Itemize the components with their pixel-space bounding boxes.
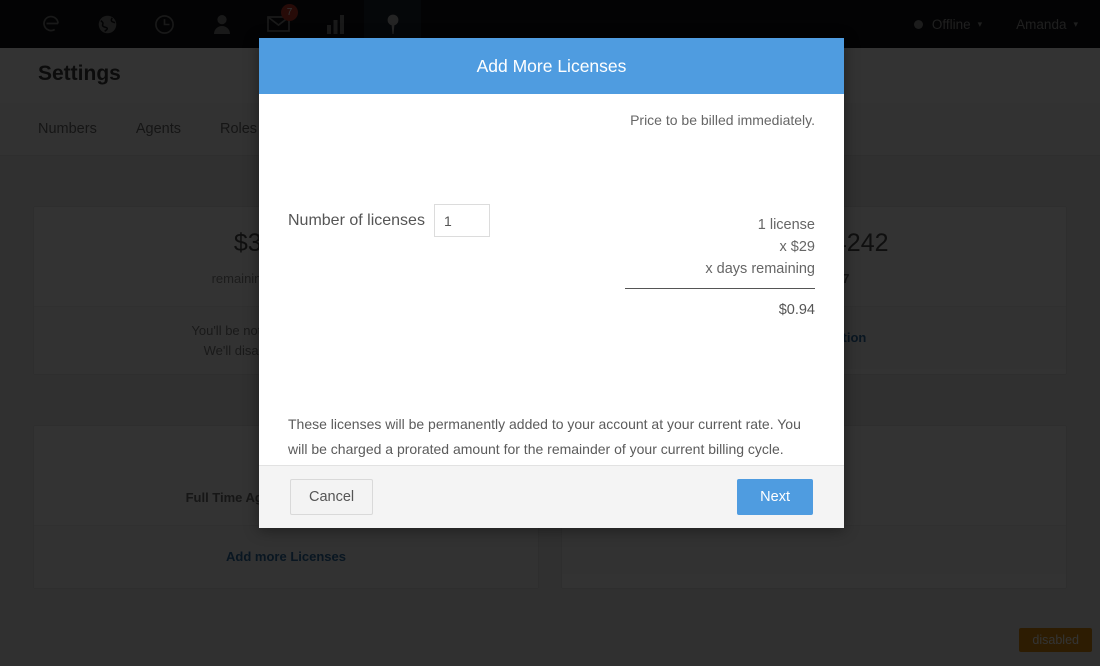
- licenses-input[interactable]: [433, 204, 490, 237]
- cancel-button[interactable]: Cancel: [290, 479, 374, 515]
- licenses-label: Number of licenses: [288, 211, 425, 229]
- licenses-field-row: Number of licenses: [288, 204, 490, 237]
- modal-body: Price to be billed immediately. Number o…: [259, 94, 844, 465]
- price-line-days: x days remaining: [705, 261, 815, 278]
- screen: 7: [0, 0, 1100, 666]
- billed-immediately-note: Price to be billed immediately.: [630, 112, 815, 128]
- price-breakdown: 1 license x $29 x days remaining $0.94: [625, 214, 815, 321]
- modal-header: Add More Licenses: [259, 38, 844, 94]
- price-line-rate: x $29: [779, 239, 815, 256]
- modal-title: Add More Licenses: [476, 55, 627, 76]
- modal-footer: Cancel Next: [259, 465, 844, 528]
- price-line-licenses: 1 license: [757, 217, 815, 233]
- add-more-licenses-modal: Add More Licenses Price to be billed imm…: [259, 38, 844, 528]
- next-button[interactable]: Next: [737, 479, 813, 515]
- modal-fine-print: These licenses will be permanently added…: [288, 416, 801, 457]
- price-total: $0.94: [625, 288, 815, 321]
